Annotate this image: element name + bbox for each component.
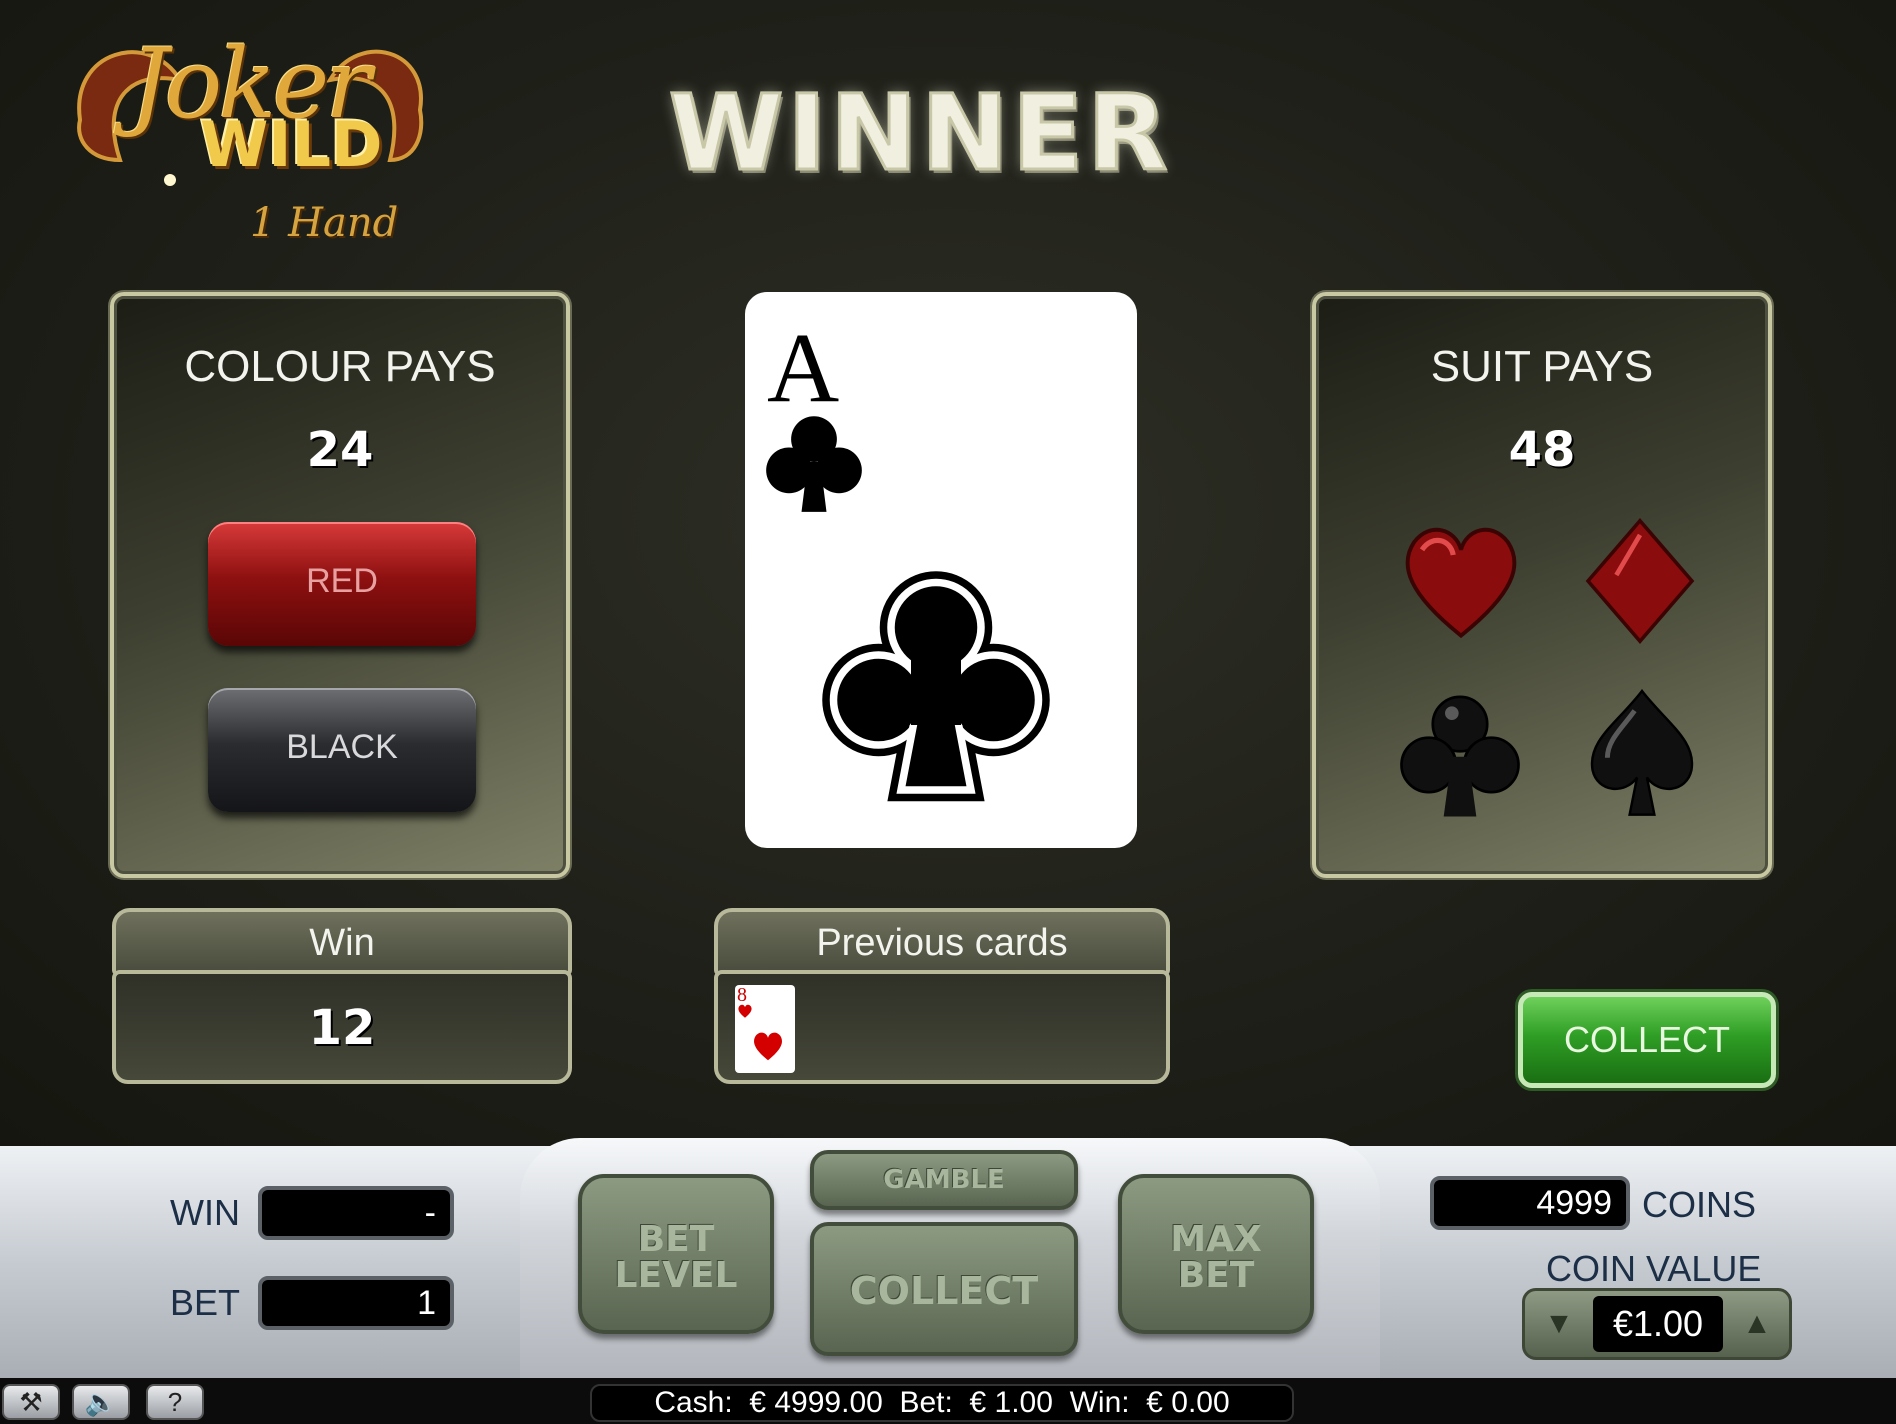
coin-value-down-icon[interactable]: ▼ — [1535, 1299, 1583, 1349]
win-box: 12 — [112, 970, 572, 1084]
win-box-label: Win — [112, 908, 572, 976]
win-label: WIN — [170, 1192, 240, 1233]
clubs-button-icon[interactable] — [1392, 686, 1528, 822]
hearts-button-icon[interactable] — [1396, 516, 1526, 646]
small-club-icon — [766, 416, 862, 512]
coin-value-up-icon[interactable]: ▲ — [1733, 1299, 1781, 1349]
control-collect-button[interactable]: COLLECT — [810, 1222, 1078, 1356]
small-heart-icon — [738, 1004, 752, 1018]
card-rank: A — [767, 312, 840, 423]
coin-value: €1.00 — [1593, 1296, 1723, 1352]
bet-level-button[interactable]: BET LEVEL — [578, 1174, 774, 1334]
previous-cards-label: Previous cards — [714, 908, 1170, 976]
status-bar: Cash: € 4999.00 Bet: € 1.00 Win: € 0.00 — [590, 1384, 1294, 1422]
coin-value-label: COIN VALUE — [1546, 1248, 1762, 1289]
wrench-icon[interactable]: ⚒ — [2, 1384, 60, 1420]
speaker-icon[interactable]: 🔈 — [72, 1384, 130, 1420]
collect-button[interactable]: COLLECT — [1518, 992, 1776, 1088]
large-heart-icon — [754, 1032, 782, 1061]
red-button[interactable]: RED — [208, 522, 476, 646]
spades-button-icon[interactable] — [1580, 686, 1704, 822]
large-club-icon — [822, 571, 1050, 802]
suit-pays-panel: SUIT PAYS 48 — [1312, 292, 1772, 878]
coins-field: 4999 — [1430, 1176, 1630, 1230]
coins-label: COINS — [1642, 1184, 1757, 1225]
bet-field: 1 — [258, 1276, 454, 1330]
max-bet-button[interactable]: MAX BET — [1118, 1174, 1314, 1334]
logo-wild-text: WILD — [200, 108, 383, 181]
win-box-value: 12 — [308, 1000, 376, 1056]
bet-label: BET — [170, 1282, 241, 1323]
previous-card-rank: 8 — [737, 984, 747, 1006]
suit-pays-value: 48 — [1508, 422, 1576, 478]
current-card: A — [745, 292, 1137, 848]
gamble-button[interactable]: GAMBLE — [810, 1150, 1078, 1210]
black-button[interactable]: BLACK — [208, 688, 476, 812]
winner-banner: WINNER — [667, 71, 1172, 196]
colour-pays-panel: COLOUR PAYS 24 RED BLACK — [110, 292, 570, 878]
question-icon[interactable]: ? — [146, 1384, 204, 1420]
suit-pays-title: SUIT PAYS — [1430, 342, 1654, 391]
diamonds-button-icon[interactable] — [1580, 516, 1700, 646]
previous-card: 8 — [735, 985, 795, 1073]
logo-hand-text: 1 Hand — [250, 200, 399, 246]
win-field: - — [258, 1186, 454, 1240]
joker-wild-logo: Joker WILD 1 Hand — [60, 10, 430, 260]
colour-pays-value: 24 — [306, 422, 374, 478]
coin-value-selector: ▼ €1.00 ▲ — [1522, 1288, 1792, 1360]
colour-pays-title: COLOUR PAYS — [184, 342, 496, 391]
